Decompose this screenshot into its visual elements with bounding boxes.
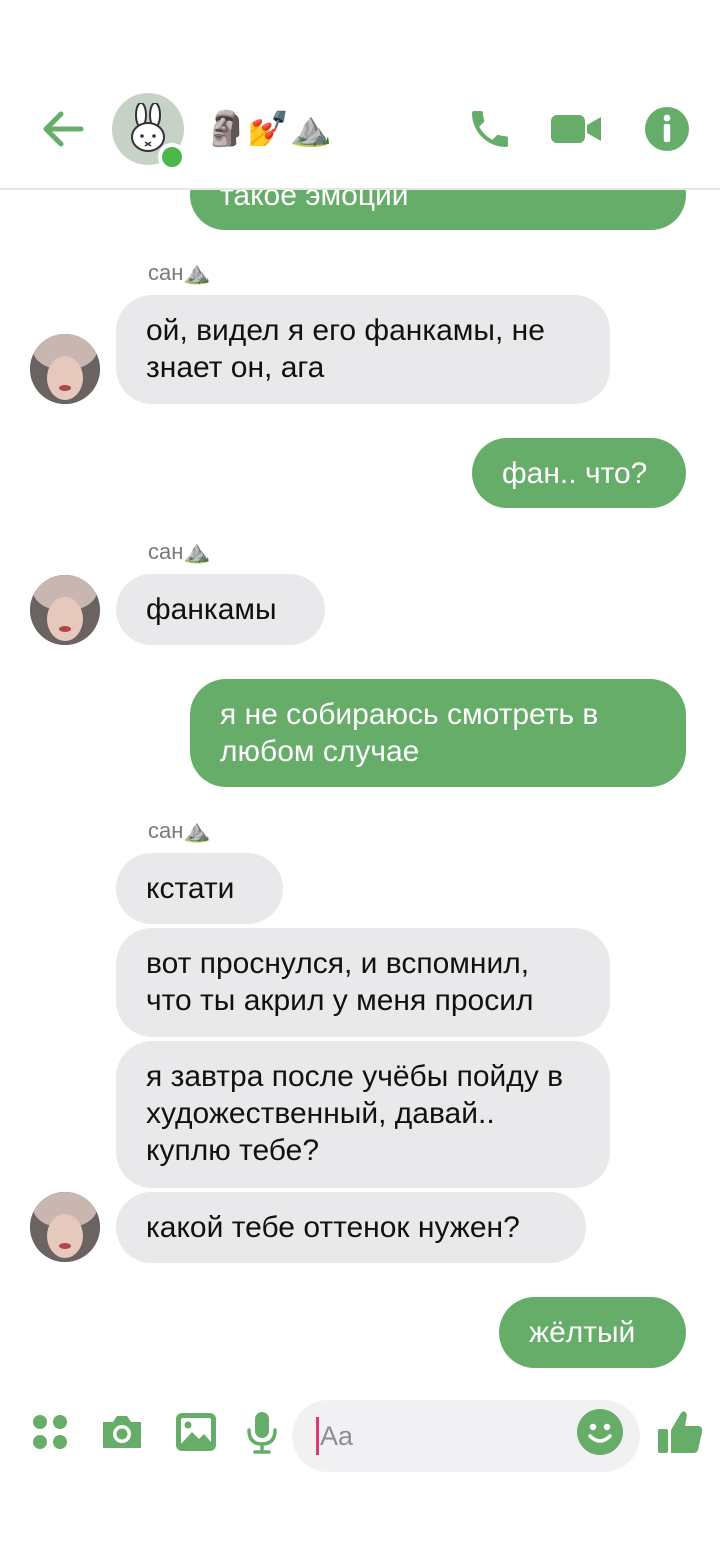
user-avatar[interactable] [30,575,100,645]
user-avatar[interactable] [30,1192,100,1262]
message-bubble-incoming[interactable]: фанкамы [116,574,325,645]
video-call-button[interactable] [548,103,604,155]
grid-icon [33,1415,67,1449]
message-bubble-incoming[interactable]: ой, видел я его фанкамы, не знает он, аг… [116,295,610,404]
message-bubble-incoming[interactable]: какой тебе оттенок нужен? [116,1192,586,1263]
camera-icon [103,1416,141,1448]
message-bubble-outgoing[interactable]: жёлтый [499,1297,686,1368]
message-text: я завтра после учёбы пойду в художествен… [146,1060,564,1167]
gallery-icon [176,1413,216,1451]
more-actions-button[interactable] [24,1406,76,1458]
message-text: такое эмоции [220,190,409,212]
info-icon [645,107,689,151]
chat-title[interactable]: 🗿💅⛰️ [205,106,332,152]
message-list[interactable]: такое эмоции сан⛰️ ой, видел я его фанка… [0,190,720,1390]
message-text: я не собираюсь смотреть в любом случае [220,698,599,768]
emoji-icon [577,1409,623,1455]
message-text: кстати [146,872,235,905]
camera-button[interactable] [96,1406,148,1458]
chat-header: 🗿💅⛰️ [0,0,720,190]
composer-bar: Aa [0,1390,720,1486]
message-text: вот проснулся, и вспомнил, что ты акрил … [146,947,534,1017]
phone-icon [472,111,508,147]
message-input-placeholder: Aa [320,1421,354,1451]
online-status-dot [158,143,186,171]
emoji-button[interactable] [574,1406,626,1458]
video-camera-icon [551,115,601,143]
like-button[interactable] [654,1406,706,1458]
message-bubble-incoming[interactable]: вот проснулся, и вспомнил, что ты акрил … [116,928,610,1037]
message-text: фан.. что? [502,457,648,490]
gallery-button[interactable] [170,1406,222,1458]
message-bubble-incoming[interactable]: я завтра после учёбы пойду в художествен… [116,1041,610,1188]
message-bubble-outgoing[interactable]: фан.. что? [472,438,686,508]
message-text: жёлтый [529,1316,636,1349]
user-avatar[interactable] [30,334,100,404]
message-bubble-outgoing[interactable]: я не собираюсь смотреть в любом случае [190,679,686,787]
back-arrow-icon [43,111,84,147]
voice-message-button[interactable] [236,1406,288,1458]
message-bubble-incoming[interactable]: кстати [116,853,283,924]
sender-name: сан⛰️ [148,818,211,843]
chat-title-text: 🗿💅⛰️ [205,109,333,149]
thumbs-up-icon [658,1411,703,1453]
message-text: ой, видел я его фанкамы, не знает он, аг… [146,314,545,384]
text-caret [316,1417,319,1455]
back-button[interactable] [38,104,88,154]
call-button[interactable] [464,103,516,155]
message-bubble-outgoing[interactable]: такое эмоции [190,190,686,230]
microphone-icon [247,1412,277,1454]
message-text: какой тебе оттенок нужен? [146,1211,520,1244]
sender-name: сан⛰️ [148,260,211,285]
sender-name: сан⛰️ [148,539,211,564]
info-button[interactable] [641,103,693,155]
message-text: фанкамы [146,593,277,626]
